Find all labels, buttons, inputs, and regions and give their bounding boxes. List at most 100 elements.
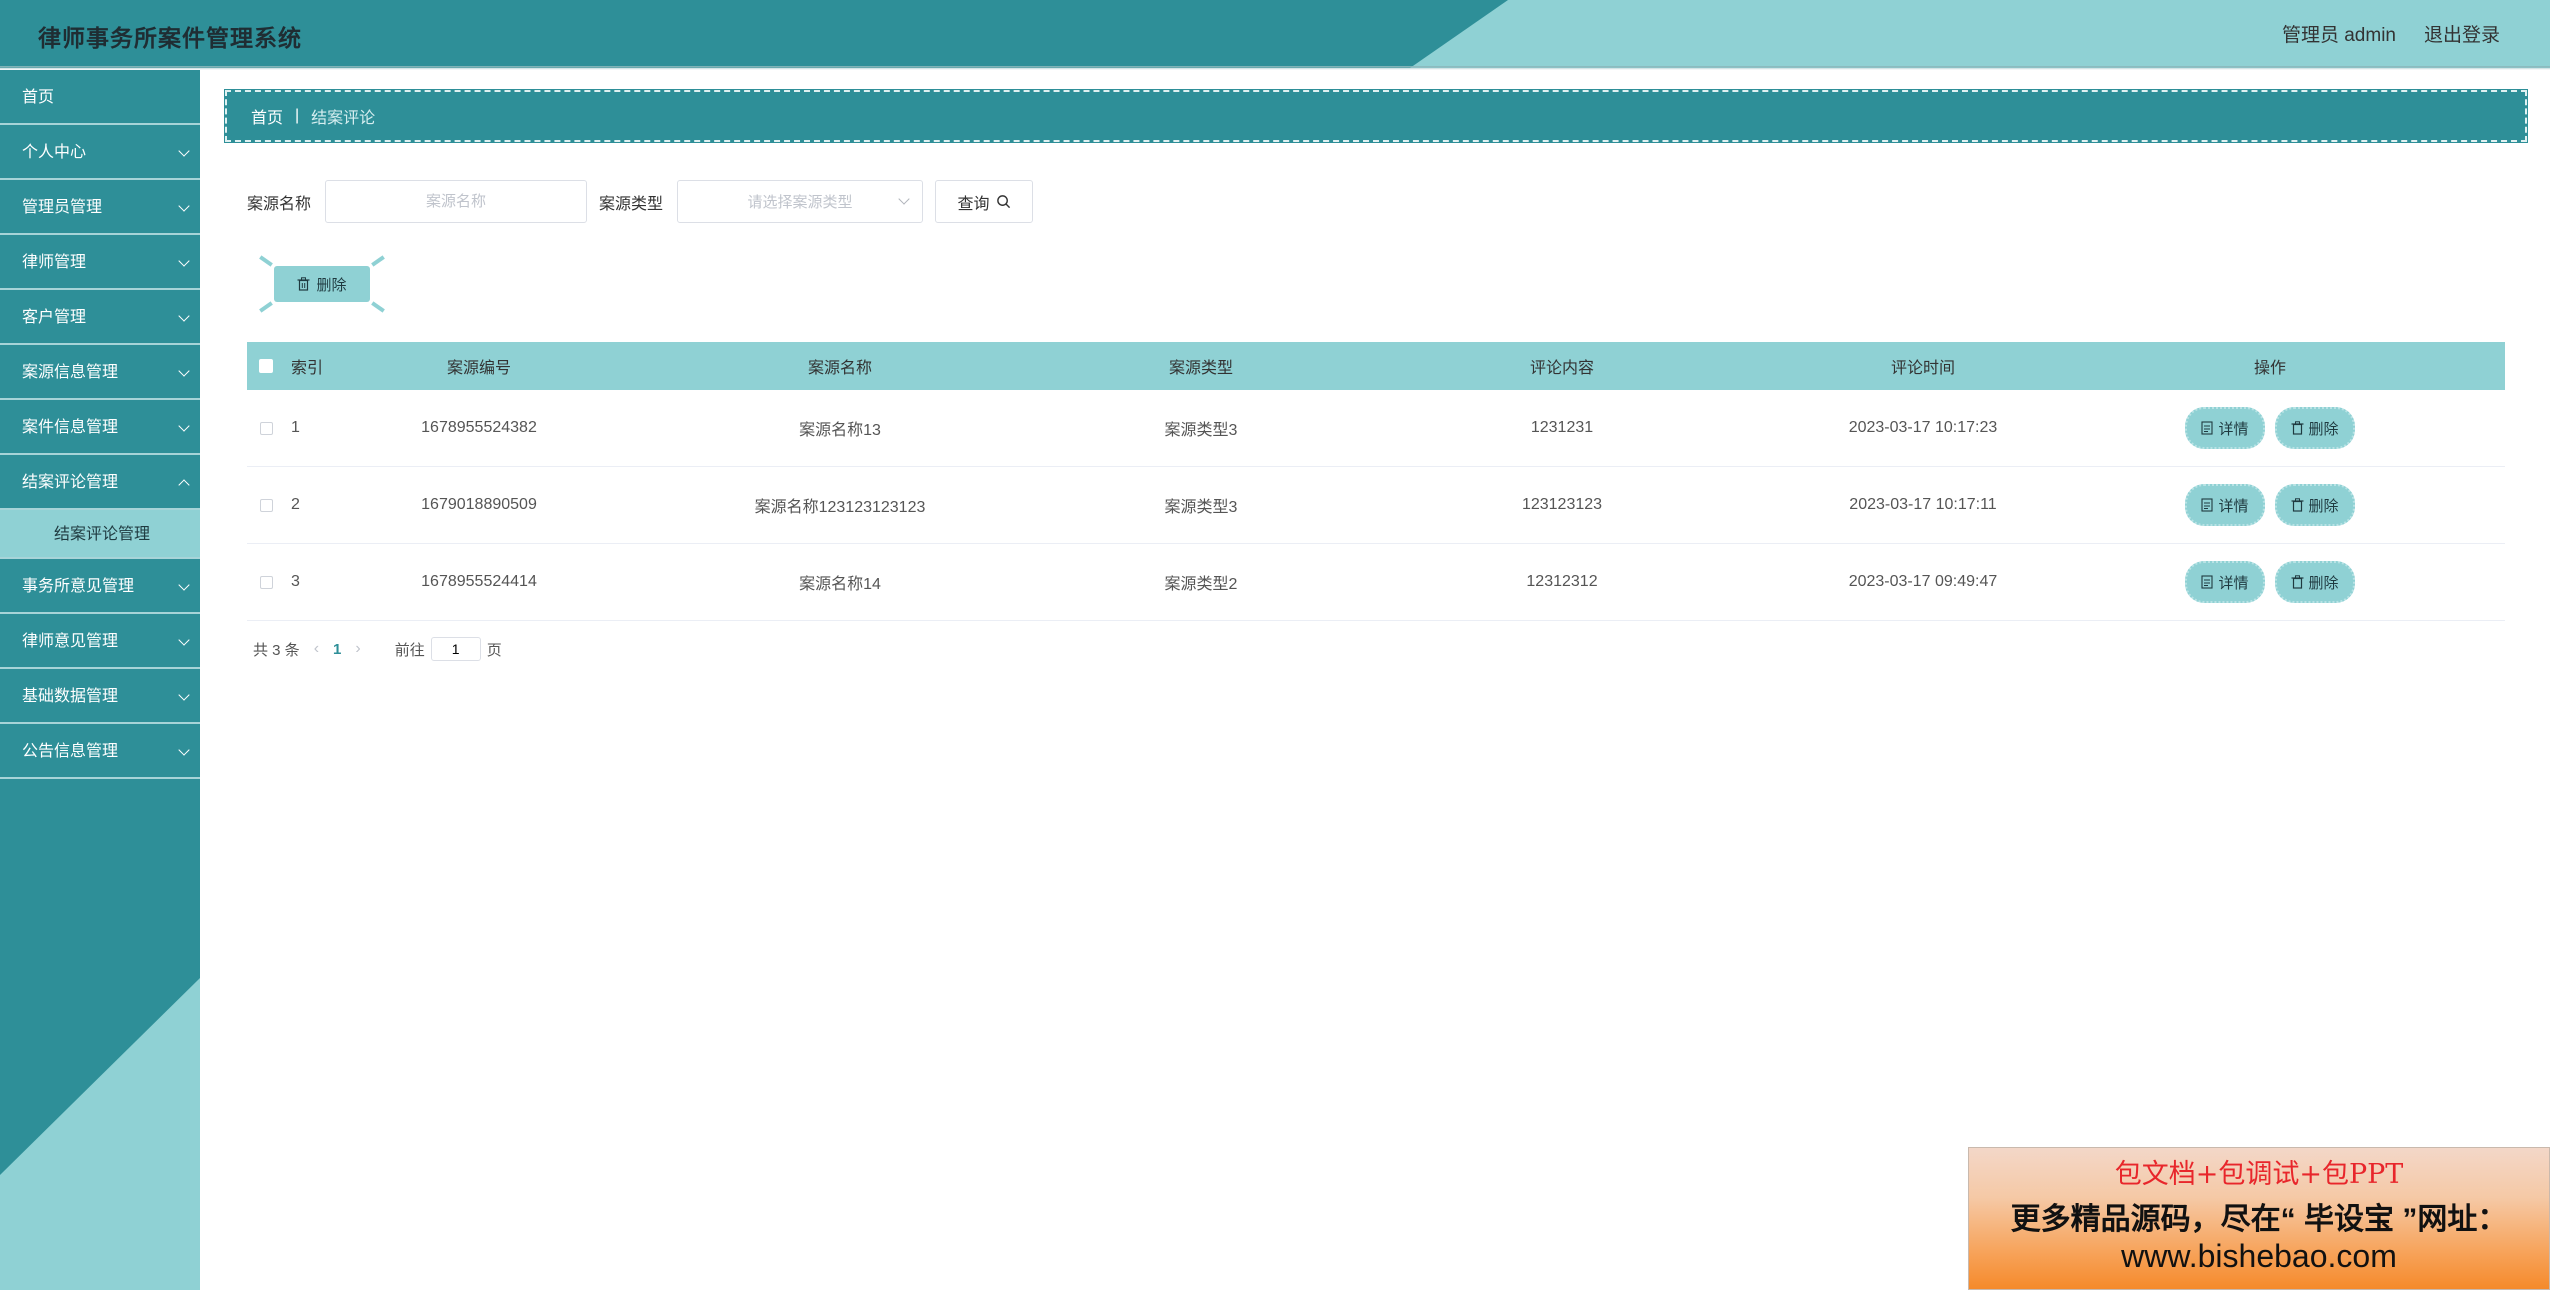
delete-button[interactable]: 删除: [2274, 561, 2355, 603]
ad-line1: 包文档+包调试+包PPT: [2114, 1159, 2404, 1190]
case-type-label: 案源类型: [599, 195, 664, 213]
breadcrumb-current: 结案评论: [311, 110, 376, 127]
chevron-down-icon: [178, 744, 190, 756]
sidebar-item-case-source-management[interactable]: 案源信息管理: [0, 345, 200, 400]
sidebar-item-label: 律师意见管理: [22, 633, 119, 650]
header-ops: 操作: [2253, 360, 2286, 377]
chevron-down-icon: [178, 145, 190, 157]
sidebar-item-lawyer-opinion-management[interactable]: 律师意见管理: [0, 614, 200, 669]
sidebar-item-case-info-management[interactable]: 案件信息管理: [0, 400, 200, 455]
sidebar-item-lawyer-management[interactable]: 律师管理: [0, 235, 200, 290]
cell-name: 案源名称123123123123: [754, 499, 926, 516]
sidebar-item-label: 客户管理: [22, 309, 87, 326]
table-header: 索引 案源编号 案源名称 案源类型 评论内容 评论时间 操作: [247, 342, 2505, 390]
cell-time: 2023-03-17 10:17:23: [1848, 419, 1998, 436]
corner-decoration: [371, 255, 385, 267]
cell-comment: 1231231: [1530, 419, 1594, 436]
top-header: 律师事务所案件管理系统 管理员 admin 退出登录: [0, 0, 2550, 68]
header-shadow: [0, 66, 2550, 70]
sidebar-item-label: 首页: [22, 89, 55, 106]
search-bar: 案源名称 案源类型 请选择案源类型 查询: [247, 179, 1034, 224]
select-all-cell: [247, 359, 285, 373]
sidebar-item-label: 公告信息管理: [22, 743, 119, 760]
cell-ops: 详情 删除: [2059, 407, 2481, 449]
select-all-checkbox[interactable]: [259, 359, 273, 373]
cell-comment: 12312312: [1526, 573, 1598, 590]
logout-link[interactable]: 退出登录: [2424, 20, 2500, 47]
breadcrumb: 首页 | 结案评论: [224, 89, 2528, 143]
trash-icon: [2291, 421, 2303, 435]
cell-ops: 详情 删除: [2059, 484, 2481, 526]
cell-time: 2023-03-17 10:17:11: [1849, 496, 1997, 513]
row-checkbox[interactable]: [259, 421, 273, 435]
detail-button[interactable]: 详情: [2185, 561, 2265, 603]
chevron-down-icon: [178, 420, 190, 432]
ad-line3: www.bishebao.com: [2121, 1238, 2397, 1274]
table-row: 2 1679018890509 案源名称123123123123 案源类型3 1…: [247, 467, 2505, 544]
sidebar-item-home[interactable]: 首页: [0, 70, 200, 125]
case-name-input[interactable]: [325, 180, 588, 223]
cell-comment: 123123123: [1521, 496, 1603, 513]
chevron-down-icon: [178, 255, 190, 267]
goto-suffix: 页: [486, 641, 502, 659]
breadcrumb-home[interactable]: 首页: [251, 104, 283, 128]
goto-page: 前往 页: [395, 637, 502, 661]
case-type-select[interactable]: 请选择案源类型: [677, 180, 924, 223]
chevron-down-icon: [178, 634, 190, 646]
cell-name: 案源名称13: [799, 422, 881, 439]
sidebar-item-admin-management[interactable]: 管理员管理: [0, 180, 200, 235]
detail-button[interactable]: 详情: [2185, 407, 2265, 449]
cell-ops: 详情 删除: [2059, 561, 2481, 603]
chevron-down-icon: [178, 579, 190, 591]
case-name-label: 案源名称: [247, 195, 312, 213]
document-icon: [2201, 421, 2214, 435]
sidebar-item-firm-opinion-management[interactable]: 事务所意见管理: [0, 559, 200, 614]
cell-code: 1678955524414: [421, 573, 537, 590]
delete-label: 删除: [2308, 574, 2339, 592]
goto-prefix: 前往: [394, 641, 425, 659]
document-icon: [2201, 498, 2214, 512]
breadcrumb-separator: |: [295, 107, 300, 124]
bulk-delete-button[interactable]: 删除: [274, 266, 370, 302]
app-title: 律师事务所案件管理系统: [38, 25, 302, 51]
header-code: 案源编号: [446, 360, 511, 377]
header-index: 索引: [291, 360, 324, 377]
comment-table: 索引 案源编号 案源名称 案源类型 评论内容 评论时间 操作 1 1678955…: [247, 342, 2505, 621]
delete-label: 删除: [2308, 497, 2339, 515]
detail-label: 详情: [2218, 497, 2249, 515]
cell-code: 1678955524382: [421, 419, 537, 436]
sidebar-item-base-data-management[interactable]: 基础数据管理: [0, 669, 200, 724]
detail-button[interactable]: 详情: [2185, 484, 2265, 526]
sidebar-item-personal-center[interactable]: 个人中心: [0, 125, 200, 180]
delete-button[interactable]: 删除: [2274, 407, 2355, 449]
goto-page-input[interactable]: [430, 637, 481, 661]
corner-decoration: [259, 255, 273, 267]
chevron-down-icon: [178, 689, 190, 701]
cell-type: 案源类型3: [1164, 422, 1238, 439]
trash-icon: [2291, 498, 2303, 512]
row-checkbox[interactable]: [259, 498, 273, 512]
page-number-current[interactable]: 1: [333, 641, 341, 658]
trash-icon: [2291, 575, 2303, 589]
sidebar-item-announcement-management[interactable]: 公告信息管理: [0, 724, 200, 779]
ad-banner[interactable]: 包文档+包调试+包PPT 更多精品源码，尽在“ 毕设宝 ”网址： www.bis…: [1968, 1147, 2550, 1290]
chevron-down-icon: [898, 193, 910, 205]
sidebar-subitem-closing-comment-management[interactable]: 结案评论管理: [0, 510, 200, 559]
header-comment: 评论内容: [1529, 360, 1594, 377]
total-count: 共 3 条: [253, 641, 300, 659]
delete-button[interactable]: 删除: [2274, 484, 2355, 526]
sidebar-item-label: 基础数据管理: [22, 688, 119, 705]
sidebar-item-label: 个人中心: [22, 144, 87, 161]
cell-index: 3: [291, 573, 300, 590]
chevron-right-icon[interactable]: ›: [355, 640, 360, 658]
search-icon: [996, 195, 1010, 209]
sidebar-item-closing-comment-management[interactable]: 结案评论管理: [0, 455, 200, 510]
bulk-delete-label: 删除: [316, 276, 347, 294]
row-checkbox[interactable]: [259, 575, 273, 589]
query-button[interactable]: 查询: [935, 180, 1034, 223]
corner-decoration: [259, 301, 273, 313]
sidebar-item-client-management[interactable]: 客户管理: [0, 290, 200, 345]
chevron-left-icon[interactable]: ‹: [314, 640, 319, 658]
trash-icon: [297, 277, 310, 291]
cell-index: 1: [291, 419, 300, 436]
